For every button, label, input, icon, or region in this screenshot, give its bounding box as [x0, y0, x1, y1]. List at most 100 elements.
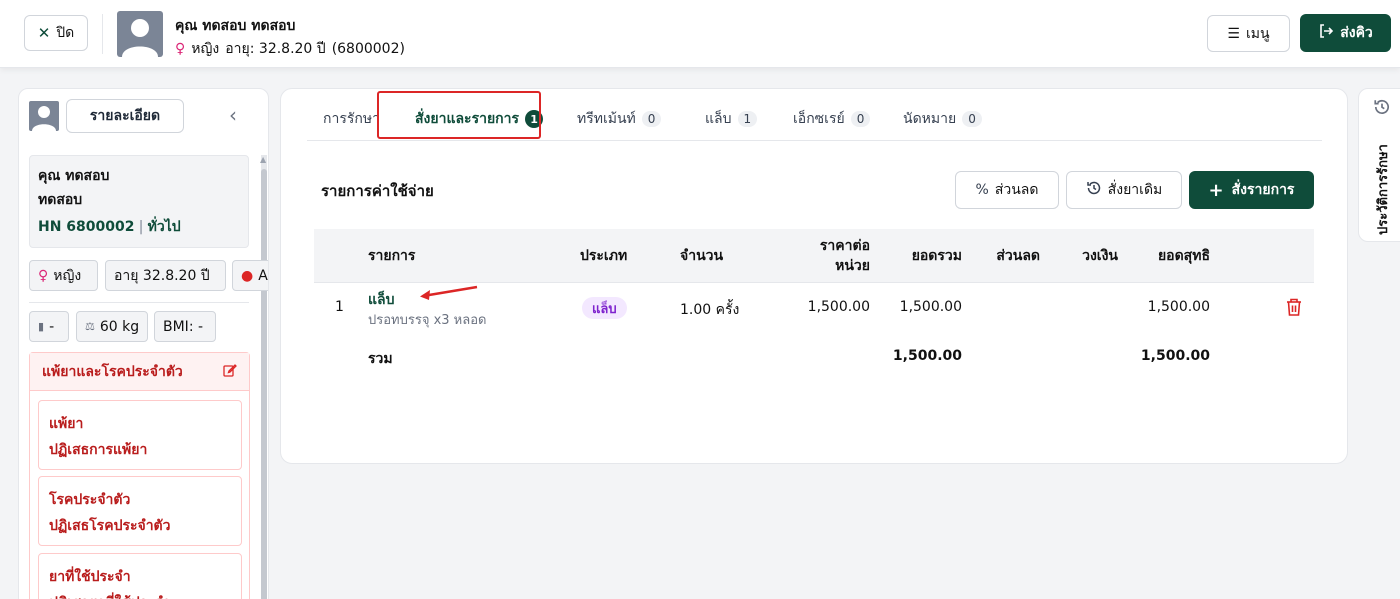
- scroll-up-icon[interactable]: ▲: [260, 155, 266, 164]
- patient-gender: หญิง: [191, 41, 220, 57]
- allergy-item-regular-medication[interactable]: ยาที่ใช้ประจำ ปฏิเสธยาที่ใช้ประจำ: [38, 553, 242, 599]
- menu-label: เมนู: [1245, 25, 1270, 42]
- detail-button[interactable]: รายละเอียด: [66, 99, 184, 133]
- send-queue-label: ส่งคิว: [1340, 25, 1373, 41]
- previous-order-button[interactable]: สั่งยาเดิม: [1066, 171, 1182, 209]
- row-item-detail: ปรอทบรรจุ x3 หลอด: [368, 313, 487, 328]
- close-label: ปิด: [56, 25, 75, 41]
- gender-chip: ♀ หญิง: [29, 260, 98, 291]
- collapse-panel-icon[interactable]: ‹: [229, 103, 237, 127]
- tab-label: แล็บ: [705, 111, 732, 127]
- tab-treatment[interactable]: การรักษา: [323, 97, 380, 141]
- menu-button[interactable]: ☰ เมนู: [1207, 15, 1290, 52]
- col-unit-price-line2: หน่วย: [835, 258, 870, 274]
- patient-side-panel: รายละเอียด ‹ ▲ คุณ ทดสอบ ทดสอบ HN 680000…: [18, 88, 269, 599]
- top-header: ✕ ปิด คุณ ทดสอบ ทดสอบ ♀ หญิง อายุ: 32.8.…: [0, 0, 1400, 68]
- allergy-item-title: แพ้ยา: [49, 416, 84, 432]
- row-net: 1,500.00: [1147, 299, 1210, 315]
- tab-label: เอ็กซเรย์: [793, 111, 845, 127]
- edit-icon[interactable]: [223, 363, 237, 381]
- table-header: รายการ ประเภท จำนวน ราคาต่อ หน่วย ยอดรวม…: [314, 229, 1314, 282]
- row-total: 1,500.00: [899, 299, 962, 315]
- tab-label: ทรีทเม้นท์: [577, 111, 636, 127]
- tab-lab[interactable]: แล็บ 1: [705, 97, 758, 141]
- history-icon: [1086, 180, 1102, 200]
- allergy-item-value: ปฏิเสธยาที่ใช้ประจำ: [49, 590, 231, 599]
- tab-count-badge: 0: [962, 111, 982, 127]
- tab-label: การรักษา: [323, 111, 380, 127]
- panel-scrollbar-thumb[interactable]: [261, 169, 267, 599]
- allergy-item-disease[interactable]: โรคประจำตัว ปฏิเสธโรคประจำตัว: [38, 476, 242, 546]
- weight-icon: ⚖: [85, 320, 95, 333]
- percent-icon: %: [975, 182, 989, 198]
- weight-chip-label: 60 kg: [99, 318, 140, 335]
- patient-card-name-1: คุณ ทดสอบ: [38, 168, 110, 184]
- tab-xray[interactable]: เอ็กซเรย์ 0: [793, 97, 871, 141]
- col-discount: ส่วนลด: [996, 248, 1040, 264]
- tab-count-badge: 1: [737, 111, 758, 127]
- expense-title: รายการค่าใช้จ่าย: [321, 182, 434, 200]
- row-unit-price: 1,500.00: [807, 299, 870, 315]
- height-chip-label: -: [49, 318, 55, 335]
- patient-avatar-small: [29, 101, 59, 131]
- female-icon: ♀: [175, 41, 186, 57]
- weight-chip: ⚖ 60 kg: [76, 311, 148, 342]
- header-divider: [102, 14, 103, 54]
- blood-chip-label: A: [258, 267, 268, 284]
- col-item: รายการ: [368, 248, 416, 264]
- allergy-item-drug[interactable]: แพ้ยา ปฏิเสธการแพ้ยา: [38, 400, 242, 470]
- allergy-section-header: แพ้ยาและโรคประจำตัว: [30, 353, 249, 391]
- patient-code: (6800002): [331, 41, 405, 57]
- tab-count-badge: 0: [850, 111, 871, 127]
- female-icon: ♀: [38, 267, 49, 284]
- allergy-item-value: ปฏิเสธการแพ้ยา: [49, 442, 148, 458]
- patient-hn-row: HN 6800002 | ทั่วไป: [38, 212, 240, 242]
- close-button[interactable]: ✕ ปิด: [24, 15, 88, 51]
- summary-total: 1,500.00: [892, 348, 962, 364]
- tab-count-badge: 0: [641, 111, 662, 127]
- tab-treatments[interactable]: ทรีทเม้นท์ 0: [577, 97, 662, 141]
- age-chip-label: อายุ 32.8.20 ปี: [114, 267, 210, 284]
- summary-net: 1,500.00: [1140, 348, 1210, 364]
- trash-icon[interactable]: [1285, 297, 1303, 321]
- patient-card: คุณ ทดสอบ ทดสอบ HN 6800002 | ทั่วไป: [29, 155, 249, 248]
- age-chip: อายุ 32.8.20 ปี: [105, 260, 226, 291]
- hamburger-icon: ☰: [1227, 25, 1240, 42]
- previous-order-label: สั่งยาเดิม: [1107, 182, 1163, 198]
- logout-icon: [1318, 23, 1334, 43]
- treatment-history-tab[interactable]: ประวัติการรักษา: [1358, 88, 1400, 242]
- row-item-link[interactable]: แล็บ: [368, 289, 395, 311]
- annotation-arrow-icon: [420, 285, 478, 300]
- col-limit: วงเงิน: [1082, 248, 1118, 264]
- summary-label: รวม: [368, 351, 393, 367]
- bmi-chip-label: BMI: -: [163, 318, 204, 335]
- row-number: 1: [335, 299, 344, 315]
- send-queue-button[interactable]: ส่งคิว: [1300, 14, 1391, 52]
- header-row-divider: [314, 282, 1314, 283]
- allergy-section: แพ้ยาและโรคประจำตัว แพ้ยา ปฏิเสธการแพ้ยา…: [29, 352, 250, 599]
- blood-drop-icon: ●: [241, 267, 254, 284]
- patient-avatar: [117, 11, 163, 57]
- history-icon: [1373, 98, 1391, 120]
- col-unit-price-line1: ราคาต่อ: [819, 238, 870, 254]
- blood-chip: ● A: [232, 260, 268, 291]
- bmi-chip: BMI: -: [154, 311, 216, 342]
- plus-icon: +: [1208, 179, 1224, 201]
- col-net: ยอดสุทธิ: [1157, 248, 1210, 264]
- discount-button-label: ส่วนลด: [994, 182, 1039, 198]
- col-type: ประเภท: [580, 248, 628, 264]
- tab-label: นัดหมาย: [903, 111, 957, 127]
- patient-subinfo: ♀ หญิง อายุ: 32.8.20 ปี (6800002): [175, 38, 405, 60]
- tab-appointments[interactable]: นัดหมาย 0: [903, 97, 982, 141]
- patient-name: คุณ ทดสอบ ทดสอบ: [175, 18, 296, 34]
- add-order-button[interactable]: + สั่งรายการ: [1189, 171, 1314, 209]
- allergy-item-value: ปฏิเสธโรคประจำตัว: [49, 518, 171, 534]
- active-tab-highlight: [377, 91, 541, 139]
- allergy-item-title: โรคประจำตัว: [49, 492, 131, 508]
- patient-group: ทั่วไป: [147, 219, 181, 235]
- main-card: การรักษา สั่งยาและรายการ 1 ทรีทเม้นท์ 0 …: [280, 88, 1348, 464]
- discount-button[interactable]: % ส่วนลด: [955, 171, 1059, 209]
- chip-divider: [29, 302, 249, 303]
- patient-card-name-2: ทดสอบ: [38, 192, 83, 208]
- col-unit-price: ราคาต่อ หน่วย: [784, 236, 870, 276]
